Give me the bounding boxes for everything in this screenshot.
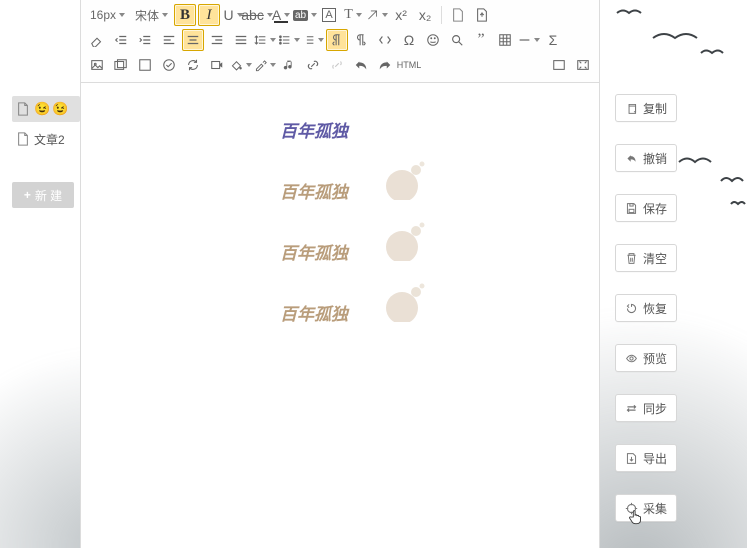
line-height-button[interactable]	[254, 29, 276, 51]
text-border-button[interactable]: A	[318, 4, 340, 26]
caret-icon	[162, 13, 168, 17]
list-ol-button[interactable]	[302, 29, 324, 51]
copy-icon	[625, 102, 638, 115]
file-icon	[16, 102, 30, 116]
eyedropper-button[interactable]	[254, 54, 276, 76]
bubble-icon	[380, 282, 430, 322]
copy-button[interactable]: 复制	[615, 94, 677, 122]
unlink-button[interactable]	[326, 54, 348, 76]
align-justify-button[interactable]	[230, 29, 252, 51]
export-page-button[interactable]	[471, 4, 493, 26]
html-button[interactable]: HTML	[398, 54, 420, 76]
export-button[interactable]: 导出	[615, 444, 677, 472]
quote-button[interactable]: ”	[470, 29, 492, 51]
restore-button[interactable]: 恢复	[615, 294, 677, 322]
preview-button[interactable]: 预览	[615, 344, 677, 372]
bg-color-button[interactable]: ab	[294, 4, 316, 26]
bird-icon	[720, 175, 744, 187]
align-left-button[interactable]	[158, 29, 180, 51]
editor-toolbar: 16px 宋体 B I U abc A ab A T x² x₂	[81, 0, 599, 83]
new-page-button[interactable]	[447, 4, 469, 26]
indent-button[interactable]	[134, 29, 156, 51]
bird-icon	[652, 30, 698, 46]
align-center-button[interactable]	[182, 29, 204, 51]
eraser-button[interactable]	[86, 29, 108, 51]
undo-button[interactable]	[350, 54, 372, 76]
clear-button[interactable]: 清空	[615, 244, 677, 272]
content-line: 百年孤独	[280, 239, 400, 264]
content-line: 百年孤独	[280, 178, 400, 203]
content-line: 百年孤独	[280, 117, 400, 142]
font-size-select[interactable]: 16px	[86, 4, 129, 26]
music-button[interactable]	[278, 54, 300, 76]
sync-icon	[625, 402, 638, 415]
video-button[interactable]	[206, 54, 228, 76]
clear-format-button[interactable]	[366, 4, 388, 26]
hr-button[interactable]	[518, 29, 540, 51]
sidebar-item-label: 文章2	[34, 131, 65, 148]
list-ul-button[interactable]	[278, 29, 300, 51]
superscript-button[interactable]: x²	[390, 4, 412, 26]
italic-button[interactable]: I	[198, 4, 220, 26]
search-button[interactable]	[446, 29, 468, 51]
bird-icon	[700, 48, 724, 58]
ltr-button[interactable]	[326, 29, 348, 51]
export-icon	[625, 452, 638, 465]
undo-action-button[interactable]: 撤销	[615, 144, 677, 172]
eye-icon	[625, 352, 638, 365]
font-color-button[interactable]: A	[270, 4, 292, 26]
emoji-icon: 😉	[34, 101, 50, 117]
circle-check-button[interactable]	[158, 54, 180, 76]
save-button[interactable]: 保存	[615, 194, 677, 222]
subscript-button[interactable]: x₂	[414, 4, 436, 26]
refresh-button[interactable]	[182, 54, 204, 76]
save-icon	[625, 202, 638, 215]
font-family-select[interactable]: 宋体	[131, 4, 172, 26]
emoji-icon: 😉	[52, 101, 68, 117]
sidebar-doc-2[interactable]: 文章2	[12, 126, 80, 152]
redo-button[interactable]	[374, 54, 396, 76]
editor-panel: 16px 宋体 B I U abc A ab A T x² x₂	[80, 0, 600, 548]
fullscreen-button[interactable]	[548, 54, 570, 76]
strikethrough-button[interactable]: abc	[246, 4, 268, 26]
emoji-button[interactable]	[422, 29, 444, 51]
editor-canvas[interactable]: 百年孤独 百年孤独 百年孤独 百年孤独	[81, 83, 599, 381]
target-icon	[625, 502, 638, 515]
paint-bucket-button[interactable]	[230, 54, 252, 76]
expand-button[interactable]	[572, 54, 594, 76]
bird-icon	[616, 8, 642, 18]
image-button[interactable]	[86, 54, 108, 76]
trash-icon	[625, 252, 638, 265]
shape-button[interactable]	[134, 54, 156, 76]
new-doc-button[interactable]: + 新 建	[12, 182, 74, 208]
new-doc-label: 新 建	[35, 187, 62, 204]
sync-button[interactable]: 同步	[615, 394, 677, 422]
bold-button[interactable]: B	[174, 4, 196, 26]
file-icon	[16, 132, 30, 146]
sigma-button[interactable]: Σ	[542, 29, 564, 51]
caret-icon	[119, 13, 125, 17]
collect-button[interactable]: 采集	[615, 494, 677, 522]
gallery-button[interactable]	[110, 54, 132, 76]
rtl-button[interactable]	[350, 29, 372, 51]
bubble-icon	[380, 160, 430, 200]
table-button[interactable]	[494, 29, 516, 51]
bubble-icon	[380, 221, 430, 261]
align-right-button[interactable]	[206, 29, 228, 51]
omega-button[interactable]: Ω	[398, 29, 420, 51]
undo-icon	[625, 152, 638, 165]
restore-icon	[625, 302, 638, 315]
text-effect-button[interactable]: T	[342, 4, 364, 26]
bird-icon	[678, 155, 712, 169]
sidebar-doc-1[interactable]: 😉 😉	[12, 96, 80, 122]
bird-icon	[730, 200, 746, 208]
plus-icon: +	[24, 188, 31, 202]
insert-code-button[interactable]	[374, 29, 396, 51]
link-button[interactable]	[302, 54, 324, 76]
outdent-button[interactable]	[110, 29, 132, 51]
content-line: 百年孤独	[280, 300, 400, 325]
